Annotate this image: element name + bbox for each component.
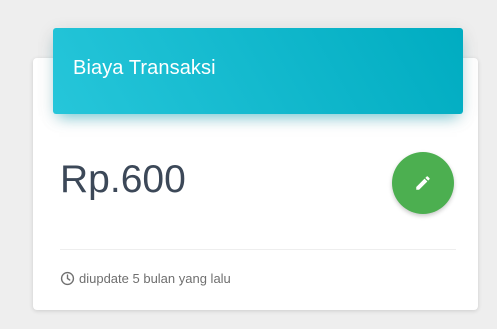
card-divider: [60, 249, 456, 250]
card-footer: diupdate 5 bulan yang lalu: [60, 271, 231, 286]
pencil-icon: [414, 174, 432, 192]
last-updated-text: diupdate 5 bulan yang lalu: [79, 271, 231, 286]
clock-icon: [60, 271, 75, 286]
card-header: Biaya Transaksi: [53, 28, 463, 114]
edit-button[interactable]: [392, 152, 454, 214]
card-title: Biaya Transaksi: [73, 57, 216, 79]
fee-amount: Rp.600: [60, 158, 186, 201]
